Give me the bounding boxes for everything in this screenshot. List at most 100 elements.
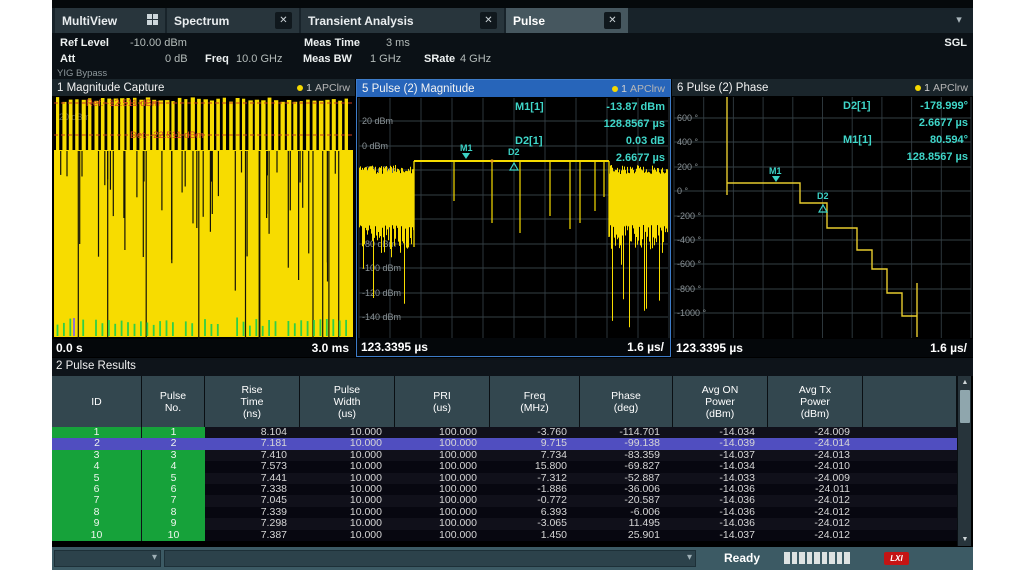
tab-overflow-dropdown-icon[interactable]: ▾ xyxy=(951,12,967,28)
table-cell: -24.012 xyxy=(768,507,863,518)
panel6-title-bar[interactable]: 6 Pulse (2) Phase 1 APClrw xyxy=(672,79,973,96)
table-cell: 9.715 xyxy=(490,438,580,449)
tab-pulse[interactable]: Pulse ✕ xyxy=(506,8,628,33)
meas-time-value: 3 ms xyxy=(386,37,410,49)
column-header: Phase (deg) xyxy=(580,376,673,427)
panel6-x-axis: 123.3395 µs 1.6 µs/ xyxy=(672,339,973,357)
freq-label: Freq xyxy=(205,53,229,65)
scroll-up-icon[interactable]: ▲ xyxy=(958,376,972,389)
table-cell: 15.800 xyxy=(490,461,580,472)
table-cell: 7 xyxy=(52,495,142,506)
screen-top-edge xyxy=(52,0,973,8)
table-row[interactable]: 667.33810.000100.000-1.886-36.006-14.036… xyxy=(52,484,957,495)
table-cell: 7.573 xyxy=(205,461,300,472)
trace-color-dot xyxy=(297,85,303,91)
tab-spectrum-label: Spectrum xyxy=(174,14,229,28)
marker-readout-row: 128.8567 µs xyxy=(843,151,968,168)
column-header: Freq (MHz) xyxy=(490,376,580,427)
close-icon[interactable]: ✕ xyxy=(480,12,497,29)
table-row[interactable]: 447.57310.000100.00015.800-69.827-14.034… xyxy=(52,461,957,472)
status-bar: ▾ ▾ Ready LXI xyxy=(52,547,973,570)
table-cell xyxy=(863,507,957,518)
tab-spectrum[interactable]: Spectrum ✕ xyxy=(167,8,299,33)
meas-bw-label: Meas BW xyxy=(303,53,352,65)
chevron-down-icon: ▾ xyxy=(687,552,692,563)
att-value: 0 dB xyxy=(165,53,188,65)
table-cell: 7.298 xyxy=(205,518,300,529)
table-cell: 4 xyxy=(142,461,205,472)
panel-pulse-phase[interactable]: 6 Pulse (2) Phase 1 APClrw 600 °400 °200… xyxy=(672,79,973,357)
panel6-x-start: 123.3395 µs xyxy=(676,341,743,355)
table-row[interactable]: 227.18110.000100.0009.715-99.138-14.039-… xyxy=(52,438,957,449)
panel5-title-bar[interactable]: 5 Pulse (2) Magnitude 1 APClrw xyxy=(357,80,670,97)
table-row[interactable]: 10107.38710.000100.0001.45025.901-14.037… xyxy=(52,530,957,541)
panel-magnitude-capture[interactable]: 1 Magnitude Capture 1 APClrw -20 dBmRef.… xyxy=(52,79,355,357)
table-cell: 25.901 xyxy=(580,530,673,541)
status-dropdown-wide[interactable]: ▾ xyxy=(164,550,696,567)
freq-value: 10.0 GHz xyxy=(236,53,282,65)
table-row[interactable]: 777.04510.000100.000-0.772-20.587-14.036… xyxy=(52,495,957,506)
results-table-body: 118.10410.000100.000-3.760-114.701-14.03… xyxy=(52,427,957,541)
table-cell xyxy=(863,518,957,529)
close-icon[interactable]: ✕ xyxy=(275,12,292,29)
meas-time-label: Meas Time xyxy=(304,37,360,49)
table-cell: -20.587 xyxy=(580,495,673,506)
progress-segment xyxy=(837,552,843,564)
table-cell: -14.037 xyxy=(673,530,768,541)
tab-multiview[interactable]: MultiView xyxy=(55,8,165,33)
panel1-x-end: 3.0 ms xyxy=(312,341,349,355)
table-cell: -3.065 xyxy=(490,518,580,529)
table-cell xyxy=(863,438,957,449)
table-cell: 10.000 xyxy=(300,461,395,472)
table-cell: 9 xyxy=(52,518,142,529)
status-dropdown-small[interactable]: ▾ xyxy=(54,550,161,567)
progress-segment xyxy=(807,552,813,564)
marker-readout-row: M1[1]80.594° xyxy=(843,134,968,151)
marker-readout-row: 128.8567 µs xyxy=(515,118,665,135)
results-table-title: 2 Pulse Results xyxy=(52,358,973,376)
results-table-header: IDPulse No.Rise Time (ns)Pulse Width (us… xyxy=(52,376,957,427)
panel5-trace-legend: 1 APClrw xyxy=(612,83,665,95)
panel1-title-bar[interactable]: 1 Magnitude Capture 1 APClrw xyxy=(52,79,355,96)
multiview-grid-icon xyxy=(147,14,158,28)
svg-text:-120 dBm: -120 dBm xyxy=(362,288,401,298)
table-row[interactable]: 997.29810.000100.000-3.06511.495-14.036-… xyxy=(52,518,957,529)
close-icon[interactable]: ✕ xyxy=(604,12,621,29)
scrollbar-thumb[interactable] xyxy=(960,390,970,423)
table-scrollbar[interactable]: ▲ ▼ xyxy=(957,376,971,546)
scroll-down-icon[interactable]: ▼ xyxy=(958,533,972,546)
table-cell: 3 xyxy=(52,450,142,461)
table-row[interactable]: 118.10410.000100.000-3.760-114.701-14.03… xyxy=(52,427,957,438)
chevron-down-icon: ▾ xyxy=(152,552,157,563)
panel5-marker-readout: M1[1]-13.87 dBm128.8567 µsD2[1]0.03 dB2.… xyxy=(515,101,665,169)
column-header: Avg Tx Power (dBm) xyxy=(768,376,863,427)
table-cell: 10.000 xyxy=(300,473,395,484)
table-cell: -36.006 xyxy=(580,484,673,495)
table-cell: -114.701 xyxy=(580,427,673,438)
table-row[interactable]: 887.33910.000100.0006.393-6.006-14.036-2… xyxy=(52,507,957,518)
svg-text:-800 °: -800 ° xyxy=(677,284,702,294)
table-cell: 100.000 xyxy=(395,507,490,518)
table-cell xyxy=(863,484,957,495)
svg-text:-1000 °: -1000 ° xyxy=(677,308,707,318)
svg-text:Det. -22.511 dBm: Det. -22.511 dBm xyxy=(130,130,204,141)
tab-transient-analysis[interactable]: Transient Analysis ✕ xyxy=(301,8,504,33)
marker-readout-row: M1[1]-13.87 dBm xyxy=(515,101,665,118)
table-cell: 10.000 xyxy=(300,450,395,461)
panel5-title: 5 Pulse (2) Magnitude xyxy=(362,83,475,95)
table-cell xyxy=(863,530,957,541)
panel-pulse-magnitude[interactable]: 5 Pulse (2) Magnitude 1 APClrw 20 dBm0 d… xyxy=(356,79,671,357)
svg-text:0 dBm: 0 dBm xyxy=(362,141,388,151)
table-row[interactable]: 557.44110.000100.000-7.312-52.887-14.033… xyxy=(52,473,957,484)
svg-text:0 °: 0 ° xyxy=(677,186,689,196)
table-cell: 6.393 xyxy=(490,507,580,518)
panel1-title: 1 Magnitude Capture xyxy=(57,82,164,94)
table-cell: 9 xyxy=(142,518,205,529)
yig-bypass-label: YIG Bypass xyxy=(57,68,107,79)
column-header: Pulse Width (us) xyxy=(300,376,395,427)
trace-color-dot xyxy=(612,86,618,92)
table-row[interactable]: 337.41010.000100.0007.734-83.359-14.037-… xyxy=(52,450,957,461)
table-cell: -99.138 xyxy=(580,438,673,449)
panel6-trace-legend: 1 APClrw xyxy=(915,82,968,94)
table-cell: 1.450 xyxy=(490,530,580,541)
